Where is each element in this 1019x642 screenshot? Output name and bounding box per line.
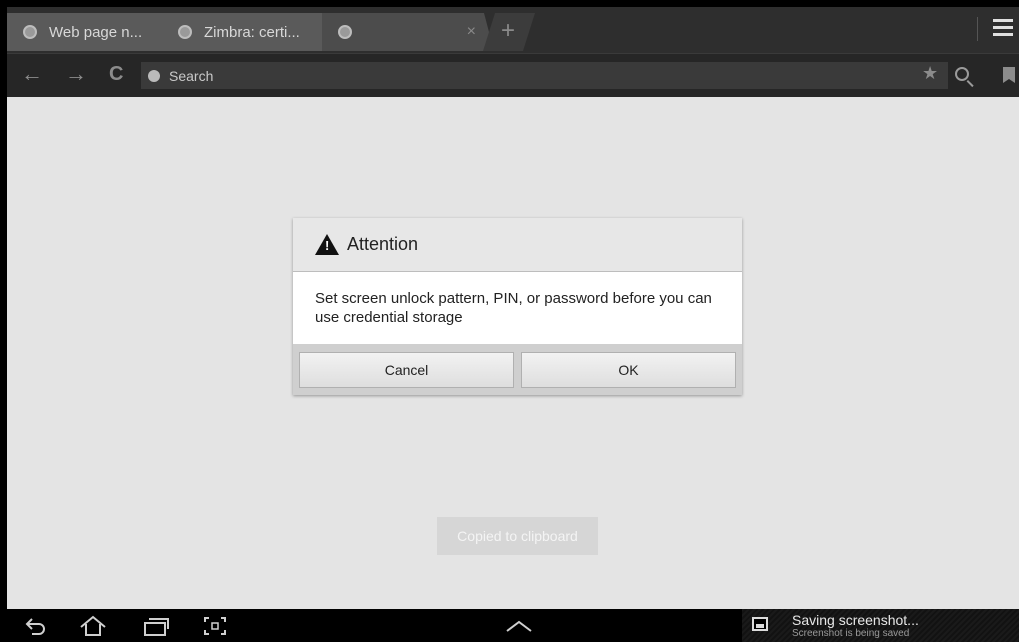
warning-icon: !	[315, 234, 339, 255]
notification-subtitle: Screenshot is being saved	[792, 628, 910, 639]
chevron-up-icon[interactable]	[505, 619, 533, 633]
tab-active[interactable]: ×	[322, 13, 494, 51]
forward-arrow-icon[interactable]: →	[65, 63, 87, 85]
dialog-title: Attention	[347, 234, 419, 254]
omnibox-placeholder: Search	[169, 67, 214, 84]
notification-title: Saving screenshot...	[792, 612, 919, 628]
url-toolbar: ← → C Search ★	[7, 53, 1019, 97]
globe-icon	[338, 25, 352, 39]
omnibox-input[interactable]: Search	[141, 62, 948, 89]
search-icon[interactable]	[955, 67, 969, 81]
image-icon	[752, 617, 768, 631]
toast-message: Copied to clipboard	[437, 517, 598, 555]
cancel-button[interactable]: Cancel	[299, 352, 514, 388]
divider	[977, 17, 978, 41]
globe-icon	[23, 25, 37, 39]
home-icon[interactable]	[79, 615, 107, 637]
dialog-message: Set screen unlock pattern, PIN, or passw…	[293, 272, 742, 344]
recent-apps-icon[interactable]	[142, 615, 170, 637]
reload-icon[interactable]: C	[109, 63, 123, 85]
new-tab-button[interactable]: +	[483, 13, 535, 51]
search-engine-icon	[148, 69, 160, 82]
system-bar: Saving screenshot... Screenshot is being…	[7, 609, 1019, 642]
tablet-screen: Web page n... Zimbra: certi... × + ← → C…	[7, 7, 1019, 642]
tab-title: Web page n...	[49, 23, 143, 41]
tab-title: Zimbra: certi...	[204, 23, 300, 41]
tab-zimbra[interactable]: Zimbra: certi...	[162, 13, 332, 51]
attention-dialog: ! Attention Set screen unlock pattern, P…	[293, 218, 742, 395]
close-tab-icon[interactable]: ×	[467, 23, 476, 41]
screenshot-notification[interactable]: Saving screenshot... Screenshot is being…	[742, 609, 1019, 642]
back-icon[interactable]	[24, 616, 48, 636]
tab-web-page[interactable]: Web page n...	[7, 13, 172, 51]
star-icon[interactable]: ★	[922, 63, 938, 84]
tab-strip: Web page n... Zimbra: certi... × +	[7, 7, 1019, 53]
dialog-header: ! Attention	[293, 218, 742, 272]
menu-icon[interactable]	[993, 19, 1013, 39]
ok-button[interactable]: OK	[521, 352, 736, 388]
screenshot-icon[interactable]	[203, 616, 227, 636]
bookmarks-icon[interactable]	[1003, 67, 1015, 83]
globe-icon	[178, 25, 192, 39]
back-arrow-icon[interactable]: ←	[21, 63, 43, 85]
plus-icon: +	[501, 17, 516, 44]
dialog-button-bar: Cancel OK	[293, 344, 742, 395]
